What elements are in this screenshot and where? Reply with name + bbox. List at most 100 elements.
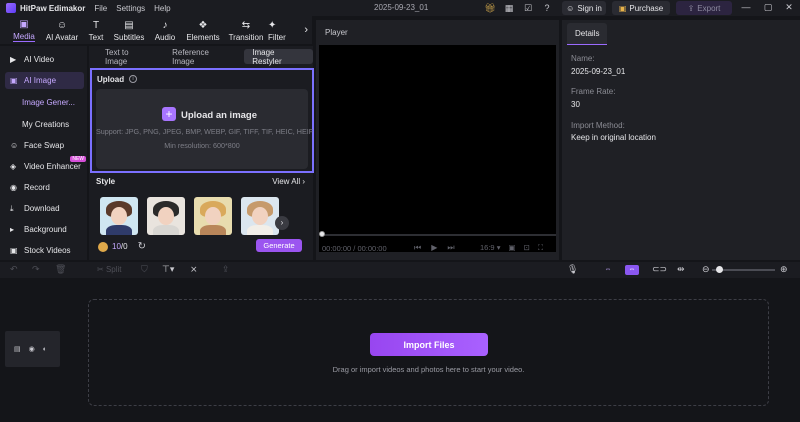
ai-image-icon: ▣ (10, 76, 18, 85)
text-tool-icon[interactable]: ⊤▾ (162, 264, 174, 275)
app-title: HitPaw Edimakor (20, 3, 86, 13)
link-clips-icon[interactable]: ⇔ (601, 265, 615, 275)
nav-label: Record (24, 183, 50, 192)
generate-button[interactable]: Generate (256, 239, 302, 252)
export-icon: ⇪ (687, 3, 695, 13)
undo-icon[interactable]: ↶ (10, 264, 18, 275)
visibility-icon[interactable]: ◉ (29, 345, 35, 353)
crop-icon[interactable]: ⊡ (524, 243, 530, 253)
tool-media[interactable]: ▣ Media (6, 19, 42, 44)
style-thumbnail[interactable] (100, 197, 138, 235)
import-files-button[interactable]: Import Files (370, 333, 488, 356)
marker-icon[interactable]: ⛉ (141, 264, 148, 275)
info-icon[interactable]: i (129, 75, 137, 83)
nav-ai-video[interactable]: ▶ AI Video (5, 51, 84, 68)
download-icon: ⤓ (10, 203, 14, 213)
minimize-icon[interactable]: — (740, 2, 752, 12)
split-button[interactable]: ✂ Split (97, 265, 122, 274)
style-thumbnail[interactable] (147, 197, 185, 235)
nav-ai-image[interactable]: ▣ AI Image (5, 72, 84, 89)
nav-label: AI Video (24, 55, 55, 64)
nav-label: Face Swap (24, 141, 65, 150)
filter-icon: ✦ (268, 20, 277, 31)
nav-record[interactable]: ◉ Record (5, 179, 84, 196)
thumb-body (247, 225, 273, 235)
thumbnails-next-icon[interactable]: › (275, 216, 289, 230)
maximize-icon[interactable]: ▢ (762, 2, 774, 13)
zoom-in-icon[interactable]: ⊕ (780, 264, 788, 275)
tab-text-to-image[interactable]: Text to Image (97, 48, 160, 66)
style-thumbnail[interactable] (241, 197, 279, 235)
left-nav: ▶ AI Video ▣ AI Image Image Gener... My … (0, 46, 87, 260)
coin-icon (98, 241, 108, 252)
nav-image-generator[interactable]: Image Gener... (22, 98, 75, 107)
nav-label: Stock Videos (24, 246, 71, 255)
nav-my-creations[interactable]: My Creations (22, 120, 69, 129)
tool-audio[interactable]: ♪ Audio (148, 20, 182, 44)
menu-settings[interactable]: Settings (116, 4, 145, 13)
auto-cut-icon[interactable]: ⨯ (190, 264, 198, 275)
fit-timeline-icon[interactable]: ⇹ (677, 264, 685, 275)
aspect-ratio-select[interactable]: 16:9 ▾ (480, 243, 500, 253)
player-panel: Player 00:00:00 / 00:00:00 ⏮ ▶ ⏭ 16:9 ▾ … (316, 20, 559, 260)
track-header: ▤ ◉ ◐ (5, 331, 60, 367)
detail-frame-rate-label: Frame Rate: (571, 87, 616, 96)
view-all-link[interactable]: View All › (272, 177, 305, 186)
background-icon: ▸ (10, 225, 15, 234)
tab-reference-image[interactable]: Reference Image (164, 48, 240, 66)
tool-label: Subtitles (113, 33, 145, 42)
nav-background[interactable]: ▸ Background (5, 221, 84, 238)
tool-elements[interactable]: ❖ Elements (182, 20, 224, 44)
snapshot-icon[interactable]: ▣ (508, 243, 515, 253)
help-icon[interactable]: ? (541, 2, 553, 14)
redo-icon[interactable]: ↷ (32, 264, 40, 275)
tool-subtitles[interactable]: ▤ Subtitles (110, 20, 148, 44)
chevron-right-icon[interactable]: › (304, 24, 308, 36)
prev-frame-icon[interactable]: ⏮ (414, 243, 421, 253)
tool-transition[interactable]: ⇆ Transition (224, 20, 268, 44)
sign-in-button[interactable]: ☺ Sign in (562, 1, 606, 15)
tab-details[interactable]: Details (567, 23, 608, 45)
next-frame-icon[interactable]: ⏭ (447, 243, 454, 253)
fullscreen-icon[interactable]: ⛶ (538, 243, 543, 253)
chain-link-icon[interactable]: ⊂⊃ (652, 264, 667, 275)
menu-file[interactable]: File (94, 4, 107, 13)
purchase-button[interactable]: ▣ Purchase (612, 1, 670, 15)
gift-icon[interactable]: 🎁︎ (484, 2, 496, 14)
tool-filter[interactable]: ✦ Filter (268, 20, 290, 44)
nav-download[interactable]: ⤓ Download (5, 200, 84, 217)
magnet-snap-icon[interactable]: ⇔ (625, 265, 639, 275)
nav-label: AI Image (24, 76, 57, 85)
zoom-slider-handle[interactable] (716, 266, 723, 273)
sign-in-label: Sign in (577, 3, 602, 13)
export-button[interactable]: ⇪ Export (676, 1, 732, 15)
player-time: 00:00:00 / 00:00:00 (322, 244, 387, 253)
tab-image-restyler[interactable]: Image Restyler (244, 48, 313, 66)
elements-icon: ❖ (198, 20, 208, 31)
nav-stock-videos[interactable]: ▣ Stock Videos (5, 242, 84, 259)
close-icon[interactable]: ✕ (783, 2, 795, 13)
export-clip-icon[interactable]: ⇪ (222, 264, 230, 275)
cart-icon: ▣ (618, 3, 627, 13)
tool-text[interactable]: T Text (82, 20, 110, 44)
tool-ai-avatar[interactable]: ☺ AI Avatar (42, 20, 82, 44)
delete-icon[interactable]: 🗑︎ (55, 264, 66, 275)
feedback-icon[interactable]: ☑ (522, 2, 534, 14)
thumb-body (200, 225, 226, 235)
menu-help[interactable]: Help (154, 4, 170, 13)
style-thumbnail[interactable] (194, 197, 232, 235)
microphone-icon[interactable]: 🎙︎ (567, 264, 578, 275)
upload-dropzone[interactable]: + Upload an image Support: JPG, PNG, JPE… (96, 89, 313, 169)
player-progress-bar[interactable] (319, 231, 556, 237)
nav-face-swap[interactable]: ☺ Face Swap (5, 137, 84, 154)
mute-icon[interactable]: ◐ (43, 346, 47, 353)
video-enhancer-icon: ◈ (10, 162, 17, 171)
refresh-icon[interactable]: ↻ (138, 241, 146, 252)
tool-label: Text (88, 33, 104, 42)
view-all-label: View All (272, 177, 301, 186)
progress-knob[interactable] (319, 231, 325, 237)
nav-video-enhancer[interactable]: ◈ Video Enhancer NEW (5, 156, 86, 175)
calendar-icon[interactable]: ▦ (503, 2, 515, 14)
zoom-out-icon[interactable]: ⊖ (702, 264, 710, 275)
play-icon[interactable]: ▶ (431, 243, 437, 253)
